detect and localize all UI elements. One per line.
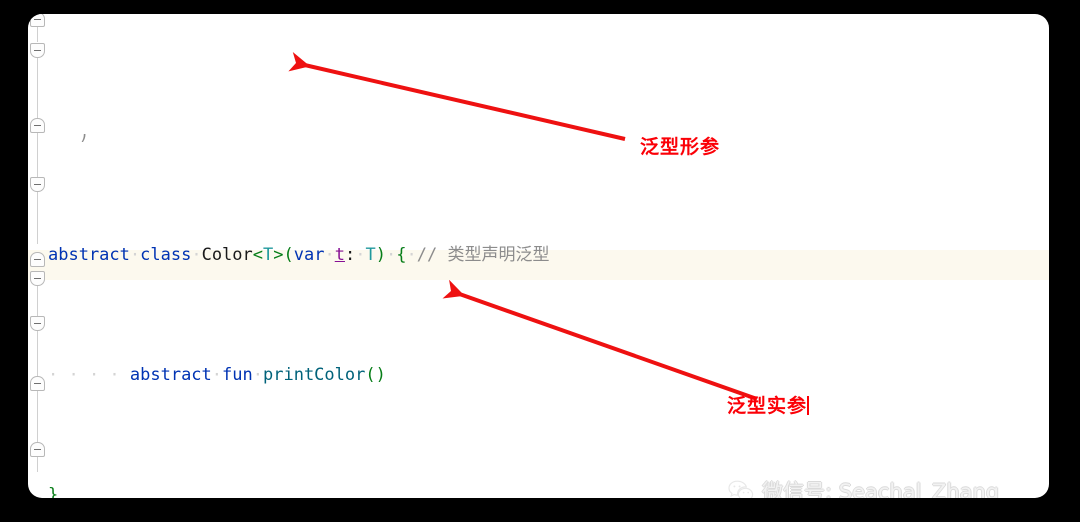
token-angle-close: > [273, 245, 284, 265]
fold-marker-color-class[interactable] [30, 43, 45, 58]
fold-marker-blue-class-end[interactable] [30, 252, 45, 267]
token-abstract: abstract [129, 365, 212, 385]
fold-marker-color-class-end[interactable] [30, 118, 45, 133]
token-fun: fun [222, 365, 253, 385]
code-line-1[interactable]: abstract·class·Color<T>(var·t:·T)·{·// 类… [48, 240, 1049, 270]
token-color-type: Color [201, 245, 253, 265]
fold-marker-collapse-top[interactable] [30, 14, 45, 27]
token-param-t: t [334, 245, 345, 265]
token-type-parameter: T [263, 245, 274, 265]
fold-marker-blue-class[interactable] [30, 177, 45, 192]
token-printcolor: printColor [263, 365, 366, 385]
token-angle-open: < [252, 245, 264, 265]
token-type-t: T [365, 245, 376, 265]
fold-marker-bluecolor-class[interactable] [30, 271, 45, 286]
token-brace-close: } [48, 485, 59, 498]
code-content[interactable]: ") abstract·class·Color<T>(var·t:·T)·{·/… [48, 14, 1049, 498]
fold-rail [37, 44, 38, 244]
token-comment: // 类型声明泛型 [416, 245, 550, 265]
wechat-icon [728, 480, 754, 498]
annotation-generic-type-parameter: 泛型形参 [640, 136, 721, 158]
token-paren-open: ( [283, 245, 294, 265]
code-line-2[interactable]: · · · · abstract·fun·printColor() [48, 360, 1049, 390]
watermark-text: 微信号: Seachal_Zhang [762, 480, 1000, 498]
token-class: class [140, 245, 192, 265]
annotation-generic-type-argument: 泛型实参 [727, 395, 810, 417]
code-editor-panel[interactable]: ") abstract·class·Color<T>(var·t:·T)·{·/… [28, 14, 1049, 498]
fold-marker-printcolor-fun[interactable] [30, 316, 45, 331]
code-line-partial: ") [48, 134, 89, 145]
token-paren-close: ) [375, 245, 386, 265]
wechat-watermark: 微信号: Seachal_Zhang [728, 476, 999, 498]
token-abstract: abstract [48, 245, 130, 265]
token-brace-open: { [396, 245, 407, 265]
fold-marker-bluecolor-class-end[interactable] [30, 442, 45, 457]
annotation-text-caret [807, 396, 810, 415]
editor-gutter[interactable] [28, 14, 48, 498]
fold-marker-printcolor-fun-end[interactable] [30, 376, 45, 391]
screenshot-root: ") abstract·class·Color<T>(var·t:·T)·{·/… [0, 0, 1080, 522]
token-var: var [293, 245, 325, 265]
